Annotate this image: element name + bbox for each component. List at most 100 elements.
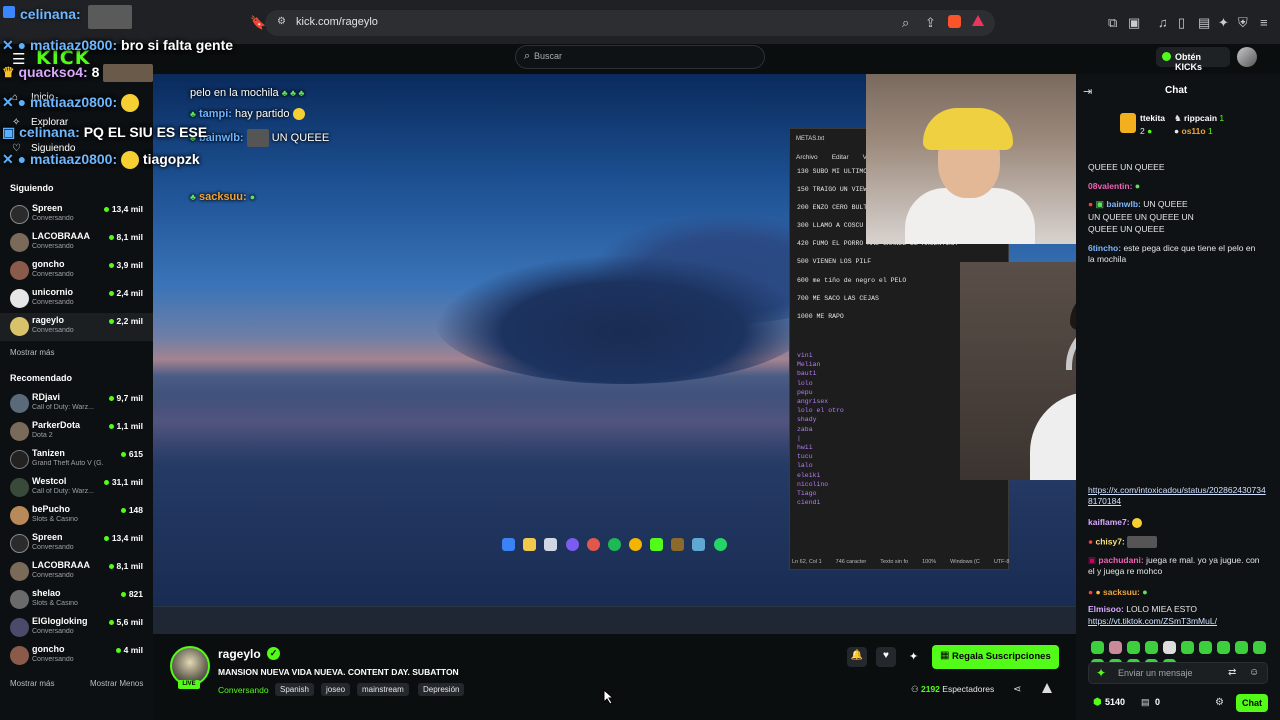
live-dot bbox=[120, 592, 126, 598]
stream-overlay-line: ♣ bainwlb: UN QUEEE bbox=[190, 129, 329, 147]
chat-message: https://x.com/intoxicadou/status/2028624… bbox=[1088, 485, 1266, 506]
overlay-chat-line: ▣ celinana: PQ EL SIU ES ESE bbox=[2, 124, 208, 140]
notepad-name-line: bauti bbox=[797, 370, 817, 378]
whatsapp-icon bbox=[714, 538, 727, 551]
tag-joseo[interactable]: joseo bbox=[321, 683, 351, 696]
bookmark-icon[interactable]: 🔖 bbox=[250, 15, 266, 31]
site-info-icon[interactable]: ⚙ bbox=[277, 16, 286, 27]
streamer-name[interactable]: rageylo bbox=[218, 647, 261, 661]
sidebar-item-goncho-2[interactable]: goncho Conversando 4 mil bbox=[0, 642, 153, 670]
show-less-recommended[interactable]: Mostrar Menos bbox=[90, 679, 143, 688]
sidebar-item-lacobraaa-2[interactable]: LACOBRAAA Conversando 8,1 mil bbox=[0, 558, 153, 586]
stream-category[interactable]: Conversando bbox=[218, 685, 269, 695]
vpn-icon[interactable]: ⛨ bbox=[1238, 15, 1248, 31]
sidebar-item-goncho[interactable]: goncho Conversando 3,9 mil bbox=[0, 257, 153, 285]
sidebar-item-shelao[interactable]: shelao Slots & Casino 821 bbox=[0, 586, 153, 614]
sidebar-item-tanizen[interactable]: Tanizen Grand Theft Auto V (G... 615 bbox=[0, 446, 153, 474]
gift-subscriptions-button[interactable]: Regala Suscripciones bbox=[932, 645, 1059, 669]
channel-category: Call of Duty: Warz... bbox=[32, 404, 94, 411]
show-more-following[interactable]: Mostrar más bbox=[10, 348, 54, 357]
sidebar-item-spreen-2[interactable]: Spreen Conversando 13,4 mil bbox=[0, 530, 153, 558]
share-icon[interactable]: ⋖ bbox=[1013, 684, 1021, 695]
top-gifter-count: 2 ● bbox=[1140, 126, 1153, 136]
notepad-icon bbox=[692, 538, 705, 551]
chat-message: UN QUEEE UN QUEEE UN bbox=[1088, 212, 1194, 222]
viewer-count: 821 bbox=[120, 589, 143, 599]
send-chat-button[interactable]: Chat bbox=[1236, 694, 1268, 712]
follow-heart-button[interactable]: ♥ bbox=[876, 647, 896, 667]
top-gifter: ttekita bbox=[1140, 113, 1166, 123]
gift-icon: ▦ bbox=[940, 650, 950, 661]
avatar bbox=[10, 317, 29, 336]
chat-message: 6tincho: este pega dice que tiene el pel… bbox=[1088, 243, 1256, 264]
kick-app-icon bbox=[650, 538, 663, 551]
extensions-icon[interactable]: ⧉ bbox=[1108, 15, 1117, 31]
media-icon[interactable]: ♫ bbox=[1158, 15, 1168, 30]
user-avatar[interactable] bbox=[1237, 47, 1257, 67]
notepad-name-line: zaba bbox=[797, 425, 813, 433]
viewer-count: 615 bbox=[120, 449, 143, 459]
wallet-icon[interactable]: ▤ bbox=[1198, 15, 1210, 31]
sidebar-item-spreen[interactable]: Spreen Conversando 13,4 mil bbox=[0, 201, 153, 229]
screenshot-icon[interactable]: ▣ bbox=[1128, 15, 1140, 31]
zoom-icon[interactable]: ⌕ bbox=[902, 15, 909, 31]
channel-name: goncho bbox=[32, 259, 65, 269]
chrome-icon bbox=[629, 538, 642, 551]
sidebar-item-westcol[interactable]: Westcol Call of Duty: Warz... 31,1 mil bbox=[0, 474, 153, 502]
leo-icon[interactable]: ✦ bbox=[1218, 15, 1229, 31]
emoji-icon[interactable]: ☺ bbox=[1249, 667, 1259, 678]
sidebar-toggle-icon[interactable]: ▯ bbox=[1178, 15, 1185, 31]
share-icon[interactable]: ⇪ bbox=[925, 15, 936, 31]
rewards-icon[interactable] bbox=[972, 15, 984, 26]
chat-settings-icon[interactable]: ⚙ bbox=[1215, 697, 1224, 708]
live-dot bbox=[103, 536, 109, 542]
url-text[interactable]: kick.com/rageylo bbox=[296, 16, 378, 28]
tag-depresion[interactable]: Depresión bbox=[418, 683, 465, 696]
channel-name: ElGlogloking bbox=[32, 616, 88, 626]
sidebar-item-parkerdota[interactable]: ParkerDota Dota 2 1,1 mil bbox=[0, 418, 153, 446]
show-more-recommended[interactable]: Mostrar más bbox=[10, 679, 54, 688]
notepad-goal-line: 200 ENZO CERO BULT bbox=[797, 204, 868, 211]
notepad-goal-line: 700 ME SACO LAS CEJAS bbox=[797, 295, 879, 302]
sidebar-item-lacobraaa[interactable]: LACOBRAAA Conversando 8,1 mil bbox=[0, 229, 153, 257]
chat-message: 08valentin: ● bbox=[1088, 181, 1141, 191]
avatar bbox=[10, 394, 29, 413]
viewer-count: 13,4 mil bbox=[103, 204, 143, 214]
sidebar-item-elglogloking[interactable]: ElGlogloking Conversando 5,6 mil bbox=[0, 614, 153, 642]
avatar bbox=[10, 289, 29, 308]
sparkle-icon[interactable]: ✦ bbox=[909, 650, 918, 663]
channel-category: Slots & Casino bbox=[32, 516, 78, 523]
sidebar-item-bepucho[interactable]: bePucho Slots & Casino 148 bbox=[0, 502, 153, 530]
translate-icon[interactable]: ⇄ bbox=[1228, 667, 1236, 678]
channel-name: Westcol bbox=[32, 476, 67, 486]
overlay-emote bbox=[88, 5, 132, 29]
viewer-count: 8,1 mil bbox=[108, 232, 143, 242]
menu-icon[interactable]: ≡ bbox=[1260, 15, 1268, 30]
mouse-cursor-icon bbox=[603, 689, 615, 705]
notepad-goal-line: 1000 ME RAPO bbox=[797, 313, 844, 320]
channel-category: Conversando bbox=[32, 572, 74, 579]
viewer-count: 3,9 mil bbox=[108, 260, 143, 270]
collapse-chat-icon[interactable]: ⇥ bbox=[1083, 85, 1092, 98]
tag-mainstream[interactable]: mainstream bbox=[357, 683, 409, 696]
start-icon bbox=[502, 538, 515, 551]
notepad-name-line: pepu bbox=[797, 388, 813, 396]
avatar bbox=[10, 233, 29, 252]
channel-name: LACOBRAAA bbox=[32, 560, 90, 570]
overlay-chat-line: ✕ ● matiaaz0800: bro si falta gente bbox=[2, 37, 234, 53]
notification-bell-button[interactable]: 🔔 bbox=[847, 647, 867, 667]
sidebar-item-rdjavi[interactable]: RDjavi Call of Duty: Warz... 9,7 mil bbox=[0, 390, 153, 418]
viewer-count: 31,1 mil bbox=[103, 477, 143, 487]
search-icon: ⌕ bbox=[524, 50, 531, 62]
notepad-statusbar: Ln 62, Col 1 746 caracter Texto sin fo 100%… bbox=[792, 559, 1010, 565]
sidebar-item-rageylo[interactable]: rageylo Conversando 2,2 mil bbox=[0, 313, 153, 341]
channel-name: ParkerDota bbox=[32, 420, 81, 430]
tag-spanish[interactable]: Spanish bbox=[275, 683, 314, 696]
live-dot bbox=[115, 648, 121, 654]
report-icon[interactable] bbox=[1042, 683, 1052, 693]
brave-shield-icon[interactable] bbox=[948, 15, 961, 28]
viewer-count-display: ⚇ 2192 Espectadores bbox=[911, 684, 995, 694]
viewer-count: 2,2 mil bbox=[108, 316, 143, 326]
sidebar-item-unicornio[interactable]: unicornio Conversando 2,4 mil bbox=[0, 285, 153, 313]
sparkle-icon[interactable]: ✦ bbox=[1096, 666, 1106, 680]
